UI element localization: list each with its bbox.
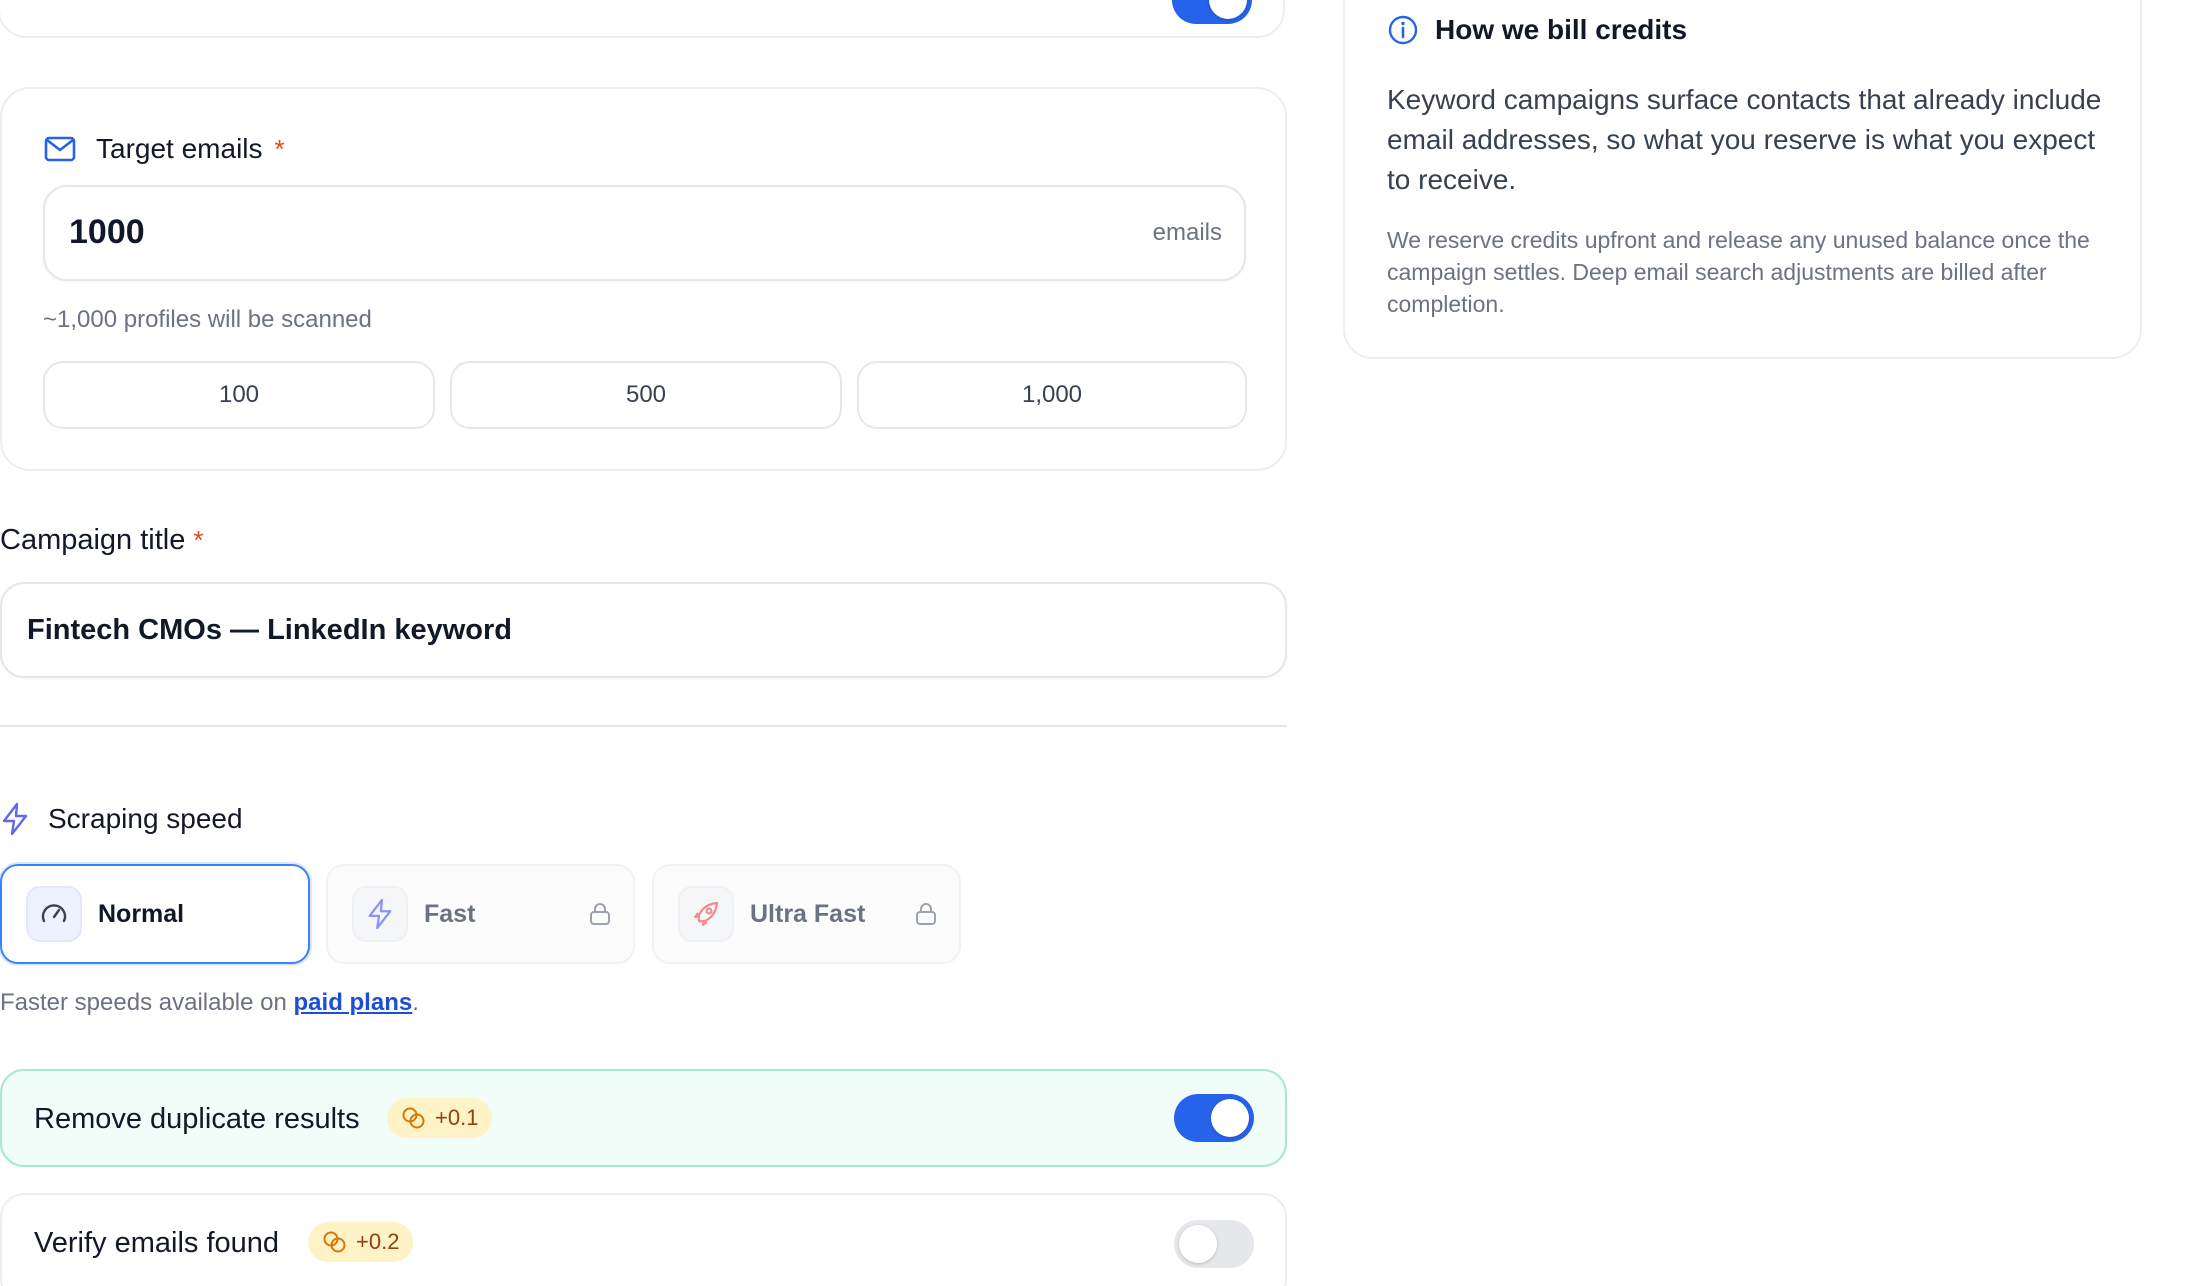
previous-option-card bbox=[0, 0, 1285, 38]
mail-icon bbox=[44, 136, 76, 162]
remove-duplicates-row: Remove duplicate results +0.1 bbox=[0, 1069, 1287, 1167]
previous-option-toggle[interactable] bbox=[1172, 0, 1252, 24]
verify-emails-label: Verify emails found bbox=[34, 1227, 280, 1259]
section-divider bbox=[0, 725, 1287, 727]
speed-option-normal[interactable]: Normal bbox=[0, 864, 310, 964]
gauge-icon bbox=[26, 886, 82, 942]
target-emails-input[interactable]: 1000 emails bbox=[43, 185, 1246, 281]
remove-duplicates-toggle[interactable] bbox=[1174, 1094, 1254, 1142]
paid-plans-note: Faster speeds available on paid plans. bbox=[0, 989, 419, 1016]
rocket-icon bbox=[678, 886, 734, 942]
required-mark: * bbox=[274, 133, 285, 164]
target-emails-card: Target emails * 1000 emails ~1,000 profi… bbox=[0, 87, 1287, 471]
preset-500-button[interactable]: 500 bbox=[450, 361, 842, 429]
info-icon bbox=[1387, 14, 1419, 46]
billing-info-primary-text: Keyword campaigns surface contacts that … bbox=[1387, 84, 2102, 195]
lightning-icon bbox=[352, 886, 408, 942]
speed-option-label: Fast bbox=[424, 899, 476, 928]
campaign-title-label-row: Campaign title * bbox=[0, 524, 204, 557]
scraping-speed-label: Scraping speed bbox=[48, 803, 243, 834]
remove-duplicates-label: Remove duplicate results bbox=[34, 1103, 360, 1135]
campaign-title-input[interactable]: Fintech CMOs — LinkedIn keyword bbox=[0, 582, 1287, 678]
campaign-title-label: Campaign title bbox=[0, 524, 186, 556]
billing-info-title-row: How we bill credits bbox=[1387, 14, 1687, 46]
target-emails-label-row: Target emails * bbox=[44, 133, 285, 165]
lightning-icon bbox=[0, 802, 30, 836]
speed-option-fast[interactable]: Fast bbox=[326, 864, 635, 964]
target-emails-value: 1000 bbox=[69, 213, 145, 251]
verify-emails-row: Verify emails found +0.2 bbox=[0, 1193, 1287, 1286]
billing-info-card: How we bill credits Keyword campaigns su… bbox=[1343, 0, 2142, 359]
verify-emails-toggle[interactable] bbox=[1174, 1220, 1254, 1268]
speed-option-label: Normal bbox=[98, 899, 185, 928]
speed-option-label: Ultra Fast bbox=[750, 899, 866, 928]
coins-icon bbox=[401, 1106, 427, 1130]
target-emails-label: Target emails bbox=[96, 133, 263, 164]
billing-info-title: How we bill credits bbox=[1435, 14, 1688, 45]
credit-cost-badge: +0.2 bbox=[308, 1222, 414, 1262]
lock-icon bbox=[915, 902, 937, 931]
speed-option-ultra-fast[interactable]: Ultra Fast bbox=[652, 864, 961, 964]
billing-info-secondary-text: We reserve credits upfront and release a… bbox=[1387, 227, 2090, 317]
campaign-title-value: Fintech CMOs — LinkedIn keyword bbox=[27, 614, 513, 646]
preset-100-button[interactable]: 100 bbox=[43, 361, 435, 429]
preset-1000-button[interactable]: 1,000 bbox=[857, 361, 1247, 429]
credit-cost-badge: +0.1 bbox=[387, 1098, 493, 1138]
scraping-speed-label-row: Scraping speed bbox=[0, 802, 243, 836]
required-mark: * bbox=[193, 525, 204, 555]
target-emails-suffix: emails bbox=[1152, 219, 1222, 246]
coins-icon bbox=[322, 1230, 348, 1254]
lock-icon bbox=[589, 902, 611, 931]
profiles-scanned-hint: ~1,000 profiles will be scanned bbox=[43, 306, 372, 333]
paid-plans-link[interactable]: paid plans bbox=[294, 989, 413, 1016]
